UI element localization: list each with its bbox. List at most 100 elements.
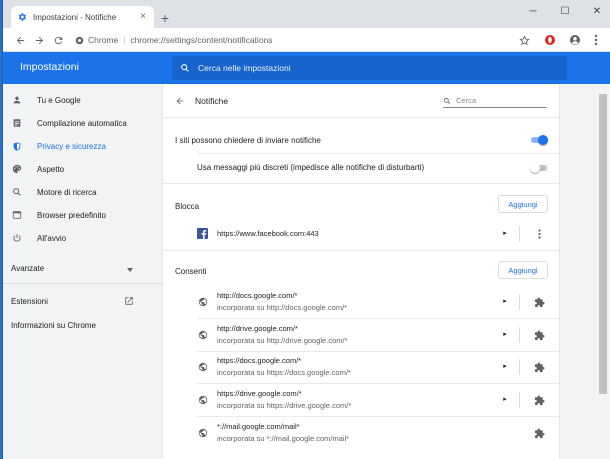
vertical-separator xyxy=(519,327,520,343)
page-title: Notifiche xyxy=(195,96,229,106)
quiet-messages-label: Usa messaggi più discreti (impedisce all… xyxy=(197,163,425,172)
sidebar-item-label: Browser predefinito xyxy=(37,210,106,220)
site-url: http://docs.google.com/* xyxy=(217,291,298,300)
sidebar-item-search-engine[interactable]: Motore di ricerca xyxy=(3,181,163,203)
reload-icon xyxy=(54,36,62,44)
ask-notifications-toggle[interactable] xyxy=(530,135,548,145)
arrow-right-icon[interactable]: ▸ xyxy=(501,363,509,371)
site-url: http://drive.google.com/* xyxy=(217,324,298,333)
vertical-separator xyxy=(519,359,520,375)
blocked-site-row[interactable]: https://www.facebook.com:443 ▸ xyxy=(163,218,559,250)
notifications-search-input[interactable]: Cerca xyxy=(443,94,547,108)
new-tab-button[interactable]: + xyxy=(158,11,172,25)
sidebar-item-extensions[interactable]: Estensioni xyxy=(3,290,163,312)
allow-section-title: Consenti xyxy=(175,267,207,276)
sidebar-item-you-and-google[interactable]: Tu e Google xyxy=(3,89,163,111)
profile-avatar-icon[interactable] xyxy=(568,33,582,47)
globe-icon xyxy=(197,329,208,340)
allowed-site-row[interactable]: *://mail.google.com/mail* incorporata su… xyxy=(163,417,559,449)
person-icon xyxy=(11,94,23,106)
site-embedded-on: incorporata su http://docs.google.com/* xyxy=(217,303,348,312)
block-add-button[interactable]: Aggiungi xyxy=(498,195,548,213)
sidebar-item-default-browser[interactable]: Browser predefinito xyxy=(3,204,163,226)
window-close-button[interactable]: ✕ xyxy=(585,4,609,20)
search-icon xyxy=(443,97,450,104)
omnibox-chrome-label: Chrome xyxy=(88,35,119,45)
settings-search-input[interactable]: Cerca nelle impostazioni xyxy=(172,56,567,80)
address-bar[interactable]: Chrome | chrome://settings/content/notif… xyxy=(69,31,539,49)
omnibox-separator: | xyxy=(123,35,126,45)
sidebar-item-autofill[interactable]: Compilazione automatica xyxy=(3,112,163,134)
tab-settings[interactable]: Impostazioni - Notifiche × xyxy=(11,6,154,28)
tab-title: Impostazioni - Notifiche xyxy=(33,12,117,22)
arrow-right-icon[interactable]: ▸ xyxy=(501,230,509,238)
menu-kebab-icon[interactable] xyxy=(589,33,603,47)
tab-strip: Impostazioni - Notifiche × + ─ ☐ ✕ xyxy=(3,0,610,28)
sidebar-advanced-toggle[interactable]: Avanzate xyxy=(3,257,163,279)
vertical-separator xyxy=(519,226,520,242)
globe-icon xyxy=(197,296,208,307)
sidebar-item-privacy[interactable]: Privacy e sicurezza xyxy=(3,135,163,157)
sidebar-extensions-label: Estensioni xyxy=(11,296,48,306)
palette-icon xyxy=(11,163,23,175)
allowed-site-row[interactable]: https://docs.google.com/* incorporata su… xyxy=(163,351,559,383)
close-icon[interactable]: × xyxy=(138,12,148,22)
back-arrow-button[interactable] xyxy=(173,94,187,108)
sidebar-item-label: Privacy e sicurezza xyxy=(37,141,106,151)
ask-notifications-label: I siti possono chiedere di inviare notif… xyxy=(175,136,321,145)
minimize-button[interactable]: ─ xyxy=(521,4,545,20)
allowed-site-row[interactable]: https://drive.google.com/* incorporata s… xyxy=(163,384,559,416)
search-icon xyxy=(181,64,189,72)
browser-toolbar: Chrome | chrome://settings/content/notif… xyxy=(3,28,610,52)
notifications-card: Notifiche Cerca I siti possono chiedere … xyxy=(163,84,559,459)
allowed-site-row[interactable]: http://docs.google.com/* incorporata su … xyxy=(163,286,559,318)
sidebar-about-label: Informazioni su Chrome xyxy=(11,320,96,330)
back-button[interactable] xyxy=(13,33,27,47)
scrollbar-thumb[interactable] xyxy=(599,94,607,394)
facebook-icon xyxy=(197,228,208,239)
arrow-right-icon[interactable]: ▸ xyxy=(501,331,509,339)
sidebar-item-on-startup[interactable]: All'avvio xyxy=(3,227,163,249)
sidebar-item-appearance[interactable]: Aspetto xyxy=(3,158,163,180)
page-header: Notifiche Cerca xyxy=(163,84,559,118)
browser-icon xyxy=(11,209,23,221)
maximize-button[interactable]: ☐ xyxy=(553,4,577,20)
divider xyxy=(163,250,559,251)
bookmark-star-icon[interactable] xyxy=(517,33,531,47)
puzzle-extension-icon[interactable] xyxy=(533,296,545,308)
gear-icon xyxy=(17,12,27,22)
sidebar-item-label: All'avvio xyxy=(37,233,67,243)
settings-search-placeholder: Cerca nelle impostazioni xyxy=(198,63,291,73)
puzzle-extension-icon[interactable] xyxy=(533,427,545,439)
opera-extension-icon[interactable] xyxy=(543,33,557,47)
globe-icon xyxy=(197,361,208,372)
reload-button[interactable] xyxy=(51,33,65,47)
puzzle-extension-icon[interactable] xyxy=(533,394,545,406)
globe-icon xyxy=(197,394,208,405)
site-embedded-on: incorporata su https://docs.google.com/* xyxy=(217,368,351,377)
search-icon xyxy=(11,186,23,198)
puzzle-extension-icon[interactable] xyxy=(533,329,545,341)
browser-window: Impostazioni - Notifiche × + ─ ☐ ✕ Chrom… xyxy=(2,0,610,459)
arrow-right-icon[interactable]: ▸ xyxy=(501,298,509,306)
vertical-separator xyxy=(519,392,520,408)
sidebar-item-label: Tu e Google xyxy=(37,95,81,105)
chrome-icon xyxy=(75,36,84,44)
allow-add-button[interactable]: Aggiungi xyxy=(498,261,548,279)
quiet-messages-toggle[interactable] xyxy=(530,163,548,173)
allowed-site-row[interactable]: http://drive.google.com/* incorporata su… xyxy=(163,319,559,351)
clipboard-icon xyxy=(11,117,23,129)
site-url: https://docs.google.com/* xyxy=(217,356,302,365)
arrow-right-icon[interactable]: ▸ xyxy=(501,396,509,404)
forward-button[interactable] xyxy=(32,33,46,47)
block-section-title: Blocca xyxy=(175,202,200,211)
more-actions-icon[interactable] xyxy=(533,228,545,240)
arrow-left-icon xyxy=(176,97,184,105)
sidebar-item-about-chrome[interactable]: Informazioni su Chrome xyxy=(3,314,163,336)
puzzle-extension-icon[interactable] xyxy=(533,361,545,373)
sidebar-item-label: Motore di ricerca xyxy=(37,187,97,197)
site-url: https://www.facebook.com:443 xyxy=(217,229,319,238)
settings-content: Tu e Google Compilazione automatica Priv… xyxy=(3,84,610,459)
site-url: *://mail.google.com/mail* xyxy=(217,422,300,431)
settings-title: Impostazioni xyxy=(20,61,79,73)
